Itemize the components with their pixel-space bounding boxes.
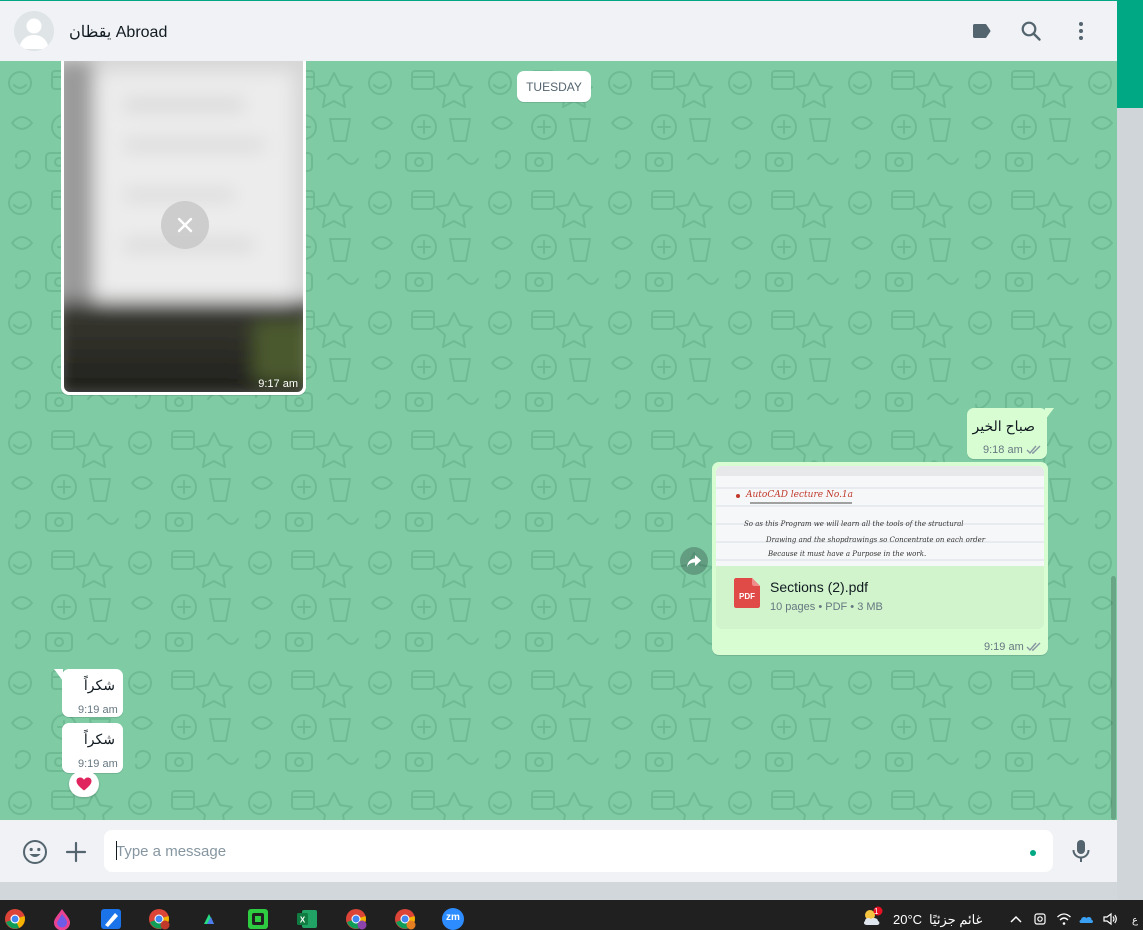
avatar[interactable] <box>14 11 54 51</box>
bubble-tail <box>1045 408 1054 420</box>
chrome-profile-icon[interactable] <box>148 908 170 930</box>
wifi-icon[interactable] <box>1056 911 1072 927</box>
weather-icon[interactable] <box>861 906 885 928</box>
zoom-icon[interactable]: zm <box>442 908 464 930</box>
chevron-up-icon[interactable] <box>1008 911 1024 927</box>
message-time: 9:18 am <box>983 444 1023 456</box>
message-input-box[interactable] <box>104 830 1053 872</box>
side-panel-edge <box>1117 0 1143 900</box>
document-info[interactable]: PDF Sections (2).pdf 10 pages • PDF • 3 … <box>716 566 1044 629</box>
double-check-icon <box>1026 445 1041 455</box>
chat-scrollbar-thumb[interactable] <box>1111 576 1116 820</box>
weather-condition[interactable]: غائم جزئيًا <box>929 912 982 928</box>
camera-icon[interactable] <box>1032 911 1048 927</box>
emoji-icon <box>23 840 47 864</box>
incoming-text-message[interactable]: شكراً 9:19 am <box>62 723 123 773</box>
outgoing-document-message[interactable]: AutoCAD lecture No.1a So as this Program… <box>712 462 1048 655</box>
message-time: 9:19 am <box>78 704 118 716</box>
language-icon[interactable]: ع <box>1127 911 1143 927</box>
chrome-profile-icon[interactable] <box>345 908 367 930</box>
microphone-icon <box>1072 840 1090 862</box>
plus-icon <box>65 841 87 863</box>
onedrive-icon[interactable] <box>1078 911 1094 927</box>
pdf-icon: PDF <box>734 578 760 608</box>
text-caret <box>116 841 117 860</box>
image-message[interactable]: 9:17 am <box>61 61 306 395</box>
heart-icon <box>76 777 92 791</box>
label-icon[interactable] <box>969 19 993 43</box>
preview-line: AutoCAD lecture No.1a <box>746 490 854 500</box>
message-text: شكراً <box>83 677 115 693</box>
date-chip: TUESDAY <box>517 71 591 102</box>
document-meta: 10 pages • PDF • 3 MB <box>770 601 883 613</box>
message-input[interactable] <box>116 840 1016 862</box>
input-status-dot <box>1030 850 1036 856</box>
zoom-label: zm <box>446 912 460 923</box>
message-time: 9:19 am <box>78 758 118 770</box>
weather-temperature[interactable]: 20°C <box>893 912 922 927</box>
message-text: صباح الخير <box>972 418 1035 434</box>
chrome-icon[interactable] <box>4 908 26 930</box>
side-panel-gray <box>1117 108 1143 900</box>
message-reaction[interactable] <box>69 771 99 797</box>
cancel-download-button[interactable] <box>161 201 209 249</box>
svg-text:ع: ع <box>1132 915 1138 926</box>
outgoing-text-message[interactable]: صباح الخير 9:18 am <box>967 408 1047 459</box>
contact-name[interactable]: يقظان Abroad <box>69 22 167 42</box>
whiteboard-icon[interactable] <box>100 908 122 930</box>
excel-icon[interactable]: X <box>296 908 318 930</box>
chrome-profile-icon[interactable] <box>394 908 416 930</box>
svg-text:PDF: PDF <box>739 592 755 601</box>
document-preview[interactable]: AutoCAD lecture No.1a So as this Program… <box>716 466 1044 566</box>
search-icon[interactable] <box>1019 19 1043 43</box>
svg-text:X: X <box>300 916 306 925</box>
volume-icon[interactable] <box>1102 911 1118 927</box>
document-file-name: Sections (2).pdf <box>770 579 869 595</box>
close-icon <box>177 217 193 233</box>
compose-bar <box>0 820 1117 882</box>
double-check-icon <box>1026 642 1041 652</box>
message-text: شكراً <box>83 731 115 747</box>
preview-line: Drawing and the shopdrawings so Concentr… <box>766 536 986 544</box>
emoji-button[interactable] <box>22 839 48 865</box>
incoming-text-message[interactable]: شكراً 9:19 am <box>62 669 123 717</box>
voice-message-button[interactable] <box>1069 838 1093 864</box>
message-time: 9:17 am <box>258 378 298 390</box>
attach-button[interactable] <box>64 840 88 864</box>
filmora-icon[interactable] <box>198 908 220 930</box>
chat-header: يقظان Abroad <box>0 0 1117 61</box>
avatar-icon <box>14 11 54 51</box>
message-time: 9:19 am <box>984 641 1024 653</box>
weather-alert-badge: 1 <box>874 907 879 916</box>
whatsapp-web-window: يقظان Abroad TUESDAY 9:17 am صباح الخير … <box>0 0 1117 882</box>
camtasia-icon[interactable] <box>247 908 269 930</box>
accent-strip <box>1117 0 1143 108</box>
chat-area[interactable]: TUESDAY 9:17 am صباح الخير 9:18 am AutoC… <box>0 61 1117 820</box>
menu-icon[interactable] <box>1069 19 1093 43</box>
preview-line: Because it must have a Purpose in the wo… <box>768 550 927 558</box>
forward-button[interactable] <box>680 547 708 575</box>
forward-icon <box>687 555 701 567</box>
paint-icon[interactable] <box>51 908 73 930</box>
preview-line: So as this Program we will learn all the… <box>744 520 964 528</box>
